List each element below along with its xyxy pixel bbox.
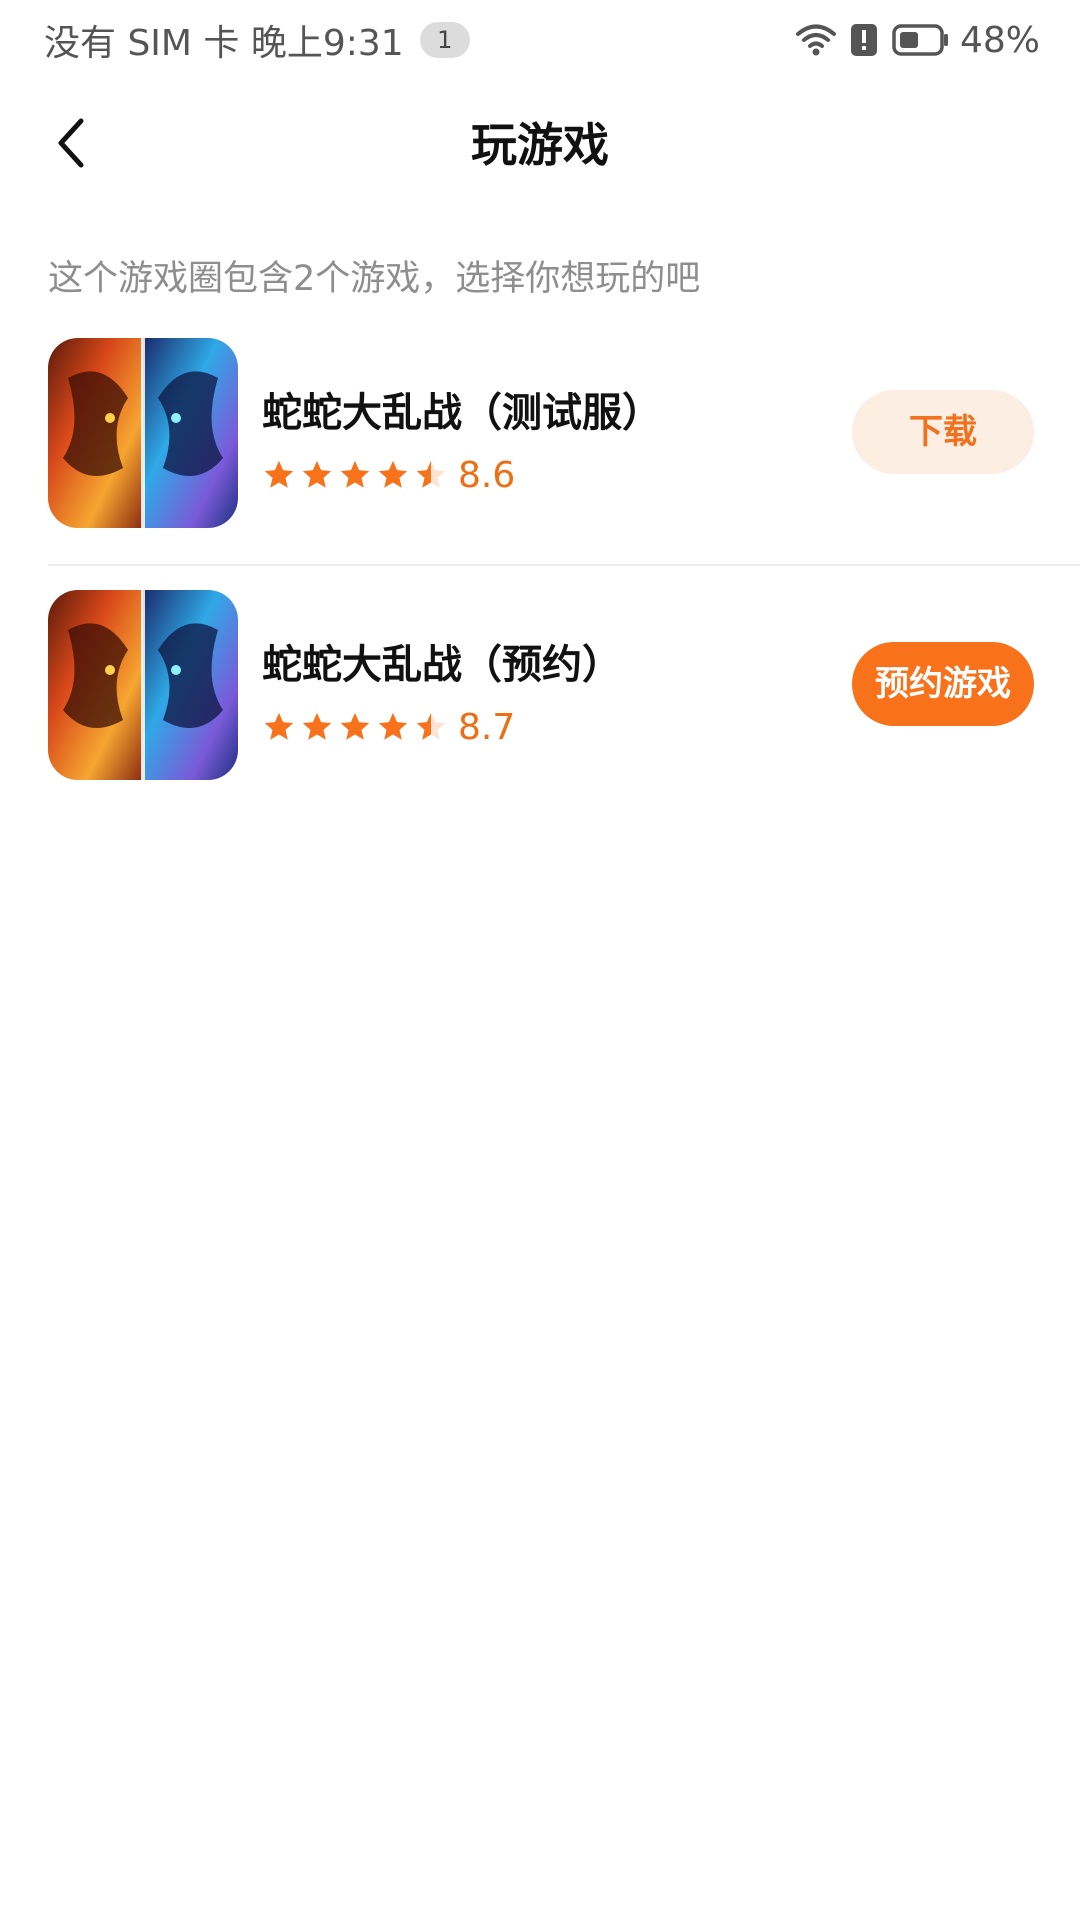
half-star-icon [414, 710, 452, 744]
rating: 8.6 [262, 450, 515, 500]
reserve-game-button[interactable]: 预约游戏 [852, 642, 1034, 726]
game-icon [48, 338, 238, 528]
rating: 8.7 [262, 702, 515, 752]
star-icon [338, 710, 376, 744]
game-icon [48, 590, 238, 780]
status-bar: 没有 SIM 卡 晚上9:31 1 48% [0, 0, 1080, 80]
page-title: 玩游戏 [471, 118, 609, 172]
status-right: 48% [795, 14, 1040, 66]
game-list-item[interactable]: 蛇蛇大乱战（测试服） 8.6 下载 [0, 338, 1080, 538]
download-button[interactable]: 下载 [852, 390, 1034, 474]
notification-count-badge: 1 [419, 22, 470, 58]
star-icon [262, 710, 300, 744]
half-star-icon [414, 458, 452, 492]
star-icon [262, 458, 300, 492]
game-name: 蛇蛇大乱战（测试服） [262, 390, 662, 436]
star-icon [338, 458, 376, 492]
header: 玩游戏 [0, 95, 1080, 195]
star-icon [376, 458, 414, 492]
star-icon [300, 458, 338, 492]
rating-score: 8.7 [458, 706, 516, 748]
battery-icon [892, 24, 950, 56]
status-left: 没有 SIM 卡 晚上9:31 1 [44, 14, 470, 66]
star-icon [376, 710, 414, 744]
carrier-time-text: 没有 SIM 卡 晚上9:31 [44, 23, 404, 64]
game-list-item[interactable]: 蛇蛇大乱战（预约） 8.7 预约游戏 [0, 590, 1080, 790]
intro-text: 这个游戏圈包含2个游戏，选择你想玩的吧 [48, 259, 701, 299]
star-icon [300, 710, 338, 744]
game-name: 蛇蛇大乱战（预约） [262, 642, 622, 688]
rating-score: 8.6 [458, 454, 516, 496]
divider [48, 564, 1080, 566]
alert-icon [850, 23, 878, 57]
wifi-icon [795, 23, 836, 57]
battery-percent-text: 48% [959, 19, 1040, 61]
